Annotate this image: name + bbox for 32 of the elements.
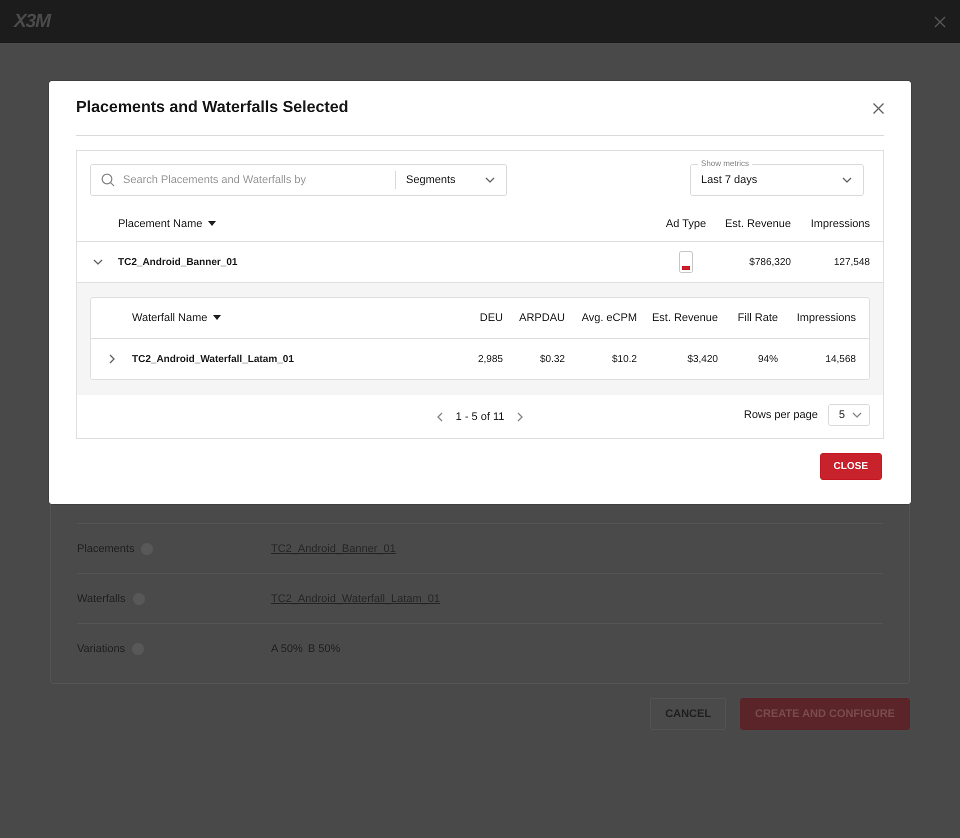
column-header[interactable]: Impressions bbox=[810, 218, 870, 230]
table-cell-text: $10.2 bbox=[610, 354, 637, 364]
column-header[interactable]: Placement Name bbox=[118, 218, 202, 230]
search-field[interactable]: Search Placements and Waterfalls by Segments bbox=[90, 164, 507, 196]
table-cell-text: 2,985 bbox=[476, 354, 503, 364]
column-header[interactable]: Avg. eCPM bbox=[582, 312, 637, 324]
table-cell-text: TC2_Android_Banner_01 bbox=[118, 256, 238, 268]
table-cell-text: 14,568 bbox=[824, 354, 856, 364]
table-cell-text: $0.32 bbox=[538, 354, 565, 364]
table-cell-text: 127,548 bbox=[832, 256, 870, 268]
column-header[interactable]: Ad Type bbox=[666, 218, 706, 230]
column-header[interactable]: Fill Rate bbox=[738, 312, 778, 324]
column-header[interactable]: ARPDAU bbox=[519, 312, 565, 324]
close-icon[interactable] bbox=[873, 102, 884, 114]
column-header[interactable]: Est. Revenue bbox=[652, 312, 718, 324]
table-cell-text: $3,420 bbox=[686, 354, 718, 364]
sort-icon[interactable] bbox=[213, 315, 222, 321]
table-cell-text: $786,320 bbox=[748, 256, 791, 268]
table-cell-text: TC2_Android_Waterfall_Latam_01 bbox=[132, 354, 295, 364]
column-header[interactable]: DEU bbox=[480, 312, 503, 324]
close-button[interactable]: CLOSE bbox=[820, 453, 882, 480]
column-header[interactable]: Waterfall Name bbox=[132, 312, 208, 324]
rows-per-page-label: Rows per page bbox=[744, 409, 818, 421]
table-cell-text: 94% bbox=[756, 354, 778, 364]
rows-per-page-select[interactable]: 5 bbox=[828, 404, 870, 426]
search-icon bbox=[101, 173, 115, 187]
page-range: 1 - 5 of 11 bbox=[456, 410, 504, 422]
sort-icon[interactable] bbox=[208, 221, 216, 227]
column-header[interactable]: Est. Revenue bbox=[724, 218, 791, 230]
segments-dropdown[interactable]: Segments bbox=[395, 171, 496, 189]
column-header[interactable]: Impressions bbox=[796, 312, 856, 324]
dialog-title: Placements and Waterfalls Selected bbox=[76, 99, 348, 117]
